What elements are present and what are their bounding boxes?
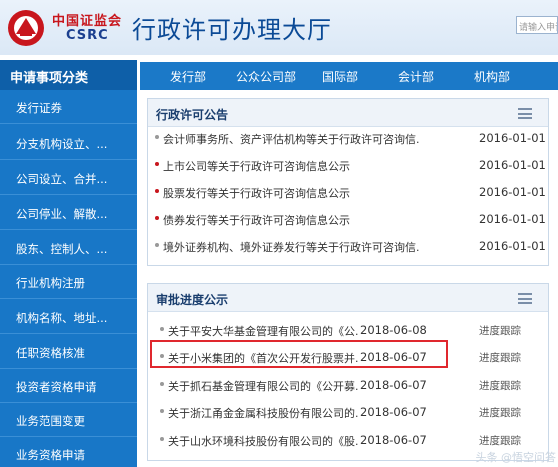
progress-date: 2018-06-07 bbox=[360, 378, 427, 392]
sidebar-item[interactable]: 股东、控制人、... bbox=[0, 231, 137, 265]
sidebar-item-label: 发行证券 bbox=[16, 101, 62, 115]
bullet-icon bbox=[160, 327, 164, 331]
nav-tab[interactable]: 发行部 bbox=[170, 68, 206, 85]
bullet-icon bbox=[160, 409, 164, 413]
sidebar-item-label: 投资者资格申请 bbox=[16, 380, 97, 394]
panel-header: 行政许可公告 bbox=[148, 99, 548, 127]
bullet-icon bbox=[155, 189, 159, 193]
sidebar-item-label: 股东、控制人、... bbox=[16, 242, 108, 256]
announcement-row[interactable]: 债券发行等关于行政许可咨询信息公示 2016-01-01 bbox=[148, 208, 548, 230]
sidebar-item[interactable]: 业务资格申请 bbox=[0, 437, 137, 467]
sidebar-item-label: 公司设立、合并... bbox=[16, 172, 108, 186]
bullet-icon bbox=[160, 437, 164, 441]
progress-date: 2018-06-07 bbox=[360, 433, 427, 447]
logo-english-text: CSRC bbox=[66, 28, 109, 43]
announcement-row[interactable]: 会计师事务所、资产评估机构等关于行政许可咨询信. 2016-01-01 bbox=[148, 127, 548, 149]
announcement-title[interactable]: 上市公司等关于行政许可咨询信息公示 bbox=[163, 158, 350, 174]
sidebar-item-label: 分支机构设立、... bbox=[16, 137, 108, 151]
sidebar-item-label: 任职资格核准 bbox=[16, 346, 85, 360]
nav-tab[interactable]: 会计部 bbox=[398, 68, 434, 85]
announcement-title[interactable]: 股票发行等关于行政许可咨询信息公示 bbox=[163, 185, 350, 201]
bullet-icon bbox=[160, 382, 164, 386]
progress-title[interactable]: 关于浙江甬金金属科技股份有限公司的. bbox=[168, 405, 359, 421]
progress-row[interactable]: 关于山水环境科技股份有限公司的《股. 2018-06-07 进度跟踪 bbox=[148, 429, 548, 451]
sidebar-item[interactable]: 机构名称、地址... bbox=[0, 300, 137, 334]
sidebar-item-label: 业务资格申请 bbox=[16, 448, 85, 462]
sidebar-heading: 申请事项分类 bbox=[0, 60, 137, 90]
bullet-icon bbox=[155, 216, 159, 220]
logo-chinese-text: 中国证监会 bbox=[52, 14, 123, 29]
bullet-icon bbox=[155, 135, 159, 139]
search-input[interactable]: 请输入申请 bbox=[516, 16, 558, 34]
list-icon[interactable] bbox=[518, 108, 532, 119]
sidebar-item[interactable]: 公司设立、合并... bbox=[0, 161, 137, 195]
progress-date: 2018-06-07 bbox=[360, 405, 427, 419]
progress-track-link[interactable]: 进度跟踪 bbox=[479, 378, 521, 393]
announcement-row[interactable]: 境外证券机构、境外证券发行等关于行政许可咨询信. 2016-01-01 bbox=[148, 235, 548, 257]
progress-date: 2018-06-08 bbox=[360, 323, 427, 337]
nav-tab[interactable]: 国际部 bbox=[322, 68, 358, 85]
panel-title: 审批进度公示 bbox=[156, 293, 229, 307]
announcement-row[interactable]: 上市公司等关于行政许可咨询信息公示 2016-01-01 bbox=[148, 154, 548, 176]
department-nav: 发行部 公众公司部 国际部 会计部 机构部 bbox=[140, 62, 558, 90]
csrc-emblem-icon bbox=[8, 10, 44, 46]
progress-track-link[interactable]: 进度跟踪 bbox=[479, 323, 521, 338]
announcement-date: 2016-01-01 bbox=[479, 131, 546, 145]
announcement-date: 2016-01-01 bbox=[479, 185, 546, 199]
sidebar-item-label: 业务范围变更 bbox=[16, 414, 85, 428]
announcement-date: 2016-01-01 bbox=[479, 212, 546, 226]
sidebar-item[interactable]: 任职资格核准 bbox=[0, 335, 137, 369]
announcement-row[interactable]: 股票发行等关于行政许可咨询信息公示 2016-01-01 bbox=[148, 181, 548, 203]
sidebar-item[interactable]: 分支机构设立、... bbox=[0, 126, 137, 160]
progress-row[interactable]: 关于抓石基金管理有限公司的《公开募. 2018-06-07 进度跟踪 bbox=[148, 374, 548, 396]
progress-title[interactable]: 关于山水环境科技股份有限公司的《股. bbox=[168, 433, 359, 449]
announcement-title[interactable]: 债券发行等关于行政许可咨询信息公示 bbox=[163, 212, 350, 228]
progress-track-link[interactable]: 进度跟踪 bbox=[479, 350, 521, 365]
bullet-icon bbox=[155, 162, 159, 166]
progress-row[interactable]: 关于平安大华基金管理有限公司的《公. 2018-06-08 进度跟踪 bbox=[148, 319, 548, 341]
sidebar-item[interactable]: 业务范围变更 bbox=[0, 403, 137, 437]
bullet-icon bbox=[155, 243, 159, 247]
watermark: 头条 @悟空问答 bbox=[475, 451, 557, 464]
nav-tab[interactable]: 公众公司部 bbox=[236, 68, 296, 85]
sidebar-item-label: 公司停业、解散... bbox=[16, 207, 108, 221]
list-icon[interactable] bbox=[518, 293, 532, 304]
sidebar-item[interactable]: 公司停业、解散... bbox=[0, 196, 137, 230]
announcements-panel: 行政许可公告 会计师事务所、资产评估机构等关于行政许可咨询信. 2016-01-… bbox=[147, 98, 549, 266]
page-title: 行政许可办理大厅 bbox=[132, 16, 332, 44]
highlight-box bbox=[150, 340, 448, 368]
sidebar-item[interactable]: 行业机构注册 bbox=[0, 265, 137, 299]
sidebar: 申请事项分类 发行证券 分支机构设立、... 公司设立、合并... 公司停业、解… bbox=[0, 60, 137, 467]
sidebar-item-label: 机构名称、地址... bbox=[16, 311, 108, 325]
announcement-date: 2016-01-01 bbox=[479, 158, 546, 172]
announcement-date: 2016-01-01 bbox=[479, 239, 546, 253]
site-header: 中国证监会 CSRC 行政许可办理大厅 请输入申请 bbox=[0, 0, 558, 55]
sidebar-item[interactable]: 投资者资格申请 bbox=[0, 369, 137, 403]
progress-track-link[interactable]: 进度跟踪 bbox=[479, 433, 521, 448]
nav-tab[interactable]: 机构部 bbox=[474, 68, 510, 85]
announcement-title[interactable]: 会计师事务所、资产评估机构等关于行政许可咨询信. bbox=[163, 131, 420, 147]
approval-progress-panel: 审批进度公示 关于平安大华基金管理有限公司的《公. 2018-06-08 进度跟… bbox=[147, 283, 549, 461]
panel-title: 行政许可公告 bbox=[156, 108, 229, 122]
sidebar-item-label: 行业机构注册 bbox=[16, 276, 85, 290]
panel-header: 审批进度公示 bbox=[148, 284, 548, 312]
progress-track-link[interactable]: 进度跟踪 bbox=[479, 405, 521, 420]
sidebar-item[interactable]: 发行证券 bbox=[0, 90, 137, 124]
progress-title[interactable]: 关于抓石基金管理有限公司的《公开募. bbox=[168, 378, 359, 394]
progress-title[interactable]: 关于平安大华基金管理有限公司的《公. bbox=[168, 323, 359, 339]
progress-row[interactable]: 关于浙江甬金金属科技股份有限公司的. 2018-06-07 进度跟踪 bbox=[148, 401, 548, 423]
announcement-title[interactable]: 境外证券机构、境外证券发行等关于行政许可咨询信. bbox=[163, 239, 420, 255]
